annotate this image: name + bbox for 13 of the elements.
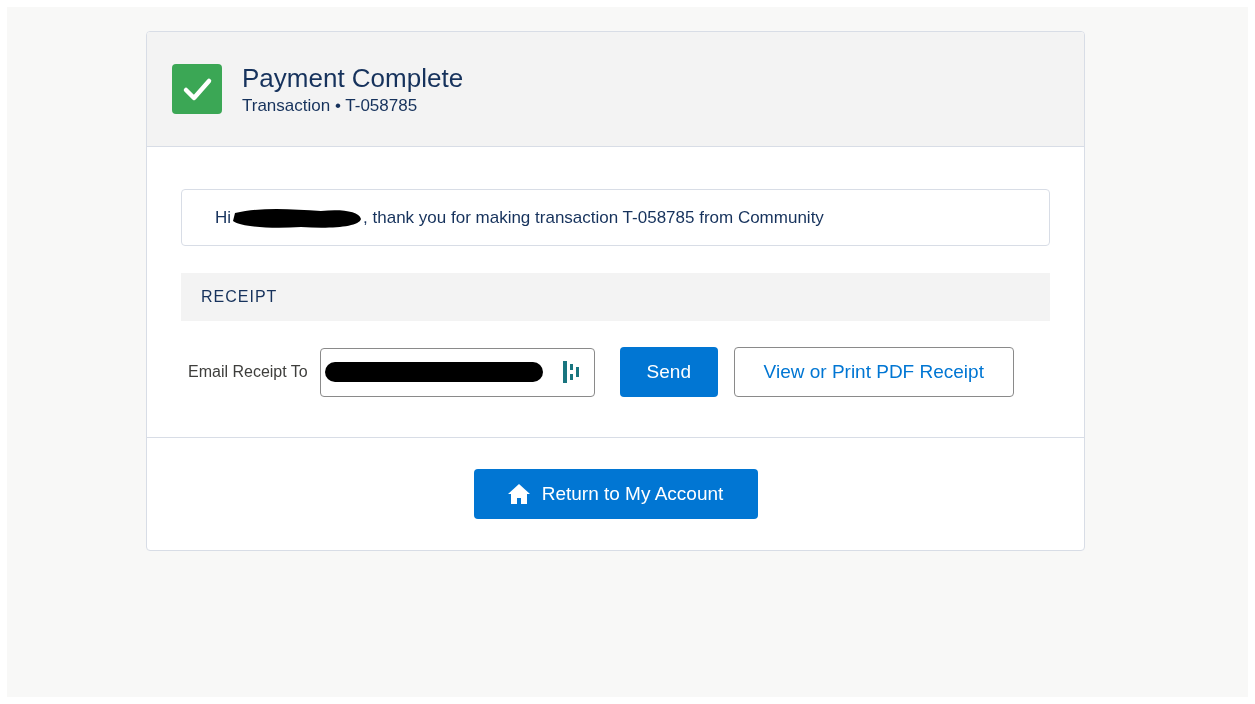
message-text: , thank you for making transaction T-058785 from Community <box>363 206 824 229</box>
checkmark-icon <box>172 64 222 114</box>
pdf-receipt-button[interactable]: View or Print PDF Receipt <box>733 347 1014 397</box>
page-title: Payment Complete <box>242 62 464 95</box>
return-button[interactable]: Return to My Account <box>473 469 758 519</box>
home-icon <box>507 484 530 504</box>
transaction-subtitle: Transaction • T-058785 <box>242 95 419 117</box>
send-button[interactable]: Send <box>619 347 718 397</box>
email-field[interactable] <box>319 347 595 397</box>
bars-icon <box>562 361 580 383</box>
section-title: RECEIPT <box>201 287 278 307</box>
greeting-text: Hi <box>215 206 232 229</box>
field-label: Email Receipt To <box>188 362 308 382</box>
